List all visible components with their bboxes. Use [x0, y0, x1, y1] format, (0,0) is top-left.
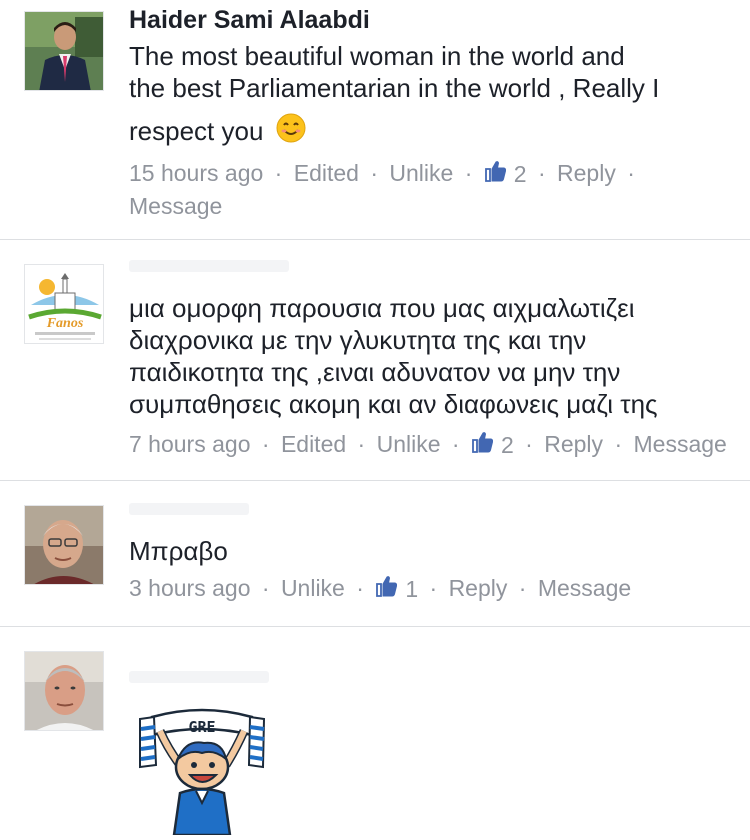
comment-text-line: συμπαθησεις ακομη και αν διαφωνεις μαζι … [129, 389, 658, 419]
separator: · [525, 430, 533, 457]
separator: · [518, 574, 527, 601]
message-button[interactable]: Message [538, 575, 631, 601]
comment-text-line: respect you [129, 112, 729, 147]
like-count[interactable]: 2 [484, 159, 533, 187]
comment-text: The most beautiful woman in the world an… [129, 40, 729, 147]
thumbs-up-icon [472, 432, 494, 453]
edited-label[interactable]: Edited [281, 431, 346, 457]
avatar[interactable]: Fanos [24, 264, 104, 344]
separator: · [357, 430, 366, 457]
profile-photo [25, 12, 103, 90]
comment-2: Fanos μια ομορφη παρουσια που μας αιχμαλ… [0, 240, 750, 480]
comment-3: Μπραβο 3 hours ago · Unlike · 1 · Reply … [0, 481, 750, 626]
separator: · [451, 430, 460, 457]
comment-text-line: διαχρονικα με την γλυκυτητα της και την [129, 325, 587, 355]
fanos-logo: Fanos [25, 265, 103, 343]
comment-text-fragment: respect you [129, 116, 264, 146]
thumbs-up-icon [376, 576, 398, 597]
comment-author[interactable]: Haider Sami Alaabdi [129, 6, 370, 35]
avatar[interactable] [24, 11, 104, 91]
separator: · [537, 159, 546, 186]
timestamp[interactable]: 3 hours ago [129, 575, 250, 601]
timestamp[interactable]: 7 hours ago [129, 431, 250, 457]
unlike-button[interactable]: Unlike [377, 431, 441, 457]
comment-text-line: the best Parliamentarian in the world , … [129, 73, 660, 103]
comment-meta: 15 hours ago · Edited · Unlike · 2 · Rep… [129, 156, 739, 221]
reply-button[interactable]: Reply [544, 431, 603, 457]
like-count-number: 2 [500, 431, 514, 458]
comment-author-faded [129, 260, 289, 272]
profile-photo [25, 506, 103, 584]
timestamp[interactable]: 15 hours ago [129, 160, 263, 186]
edited-label[interactable]: Edited [294, 160, 359, 186]
like-count-number: 2 [513, 160, 527, 187]
comment-text: μια ομορφη παρουσια που μας αιχμαλωτιζει… [129, 292, 739, 420]
message-button[interactable]: Message [129, 193, 222, 219]
separator: · [627, 159, 635, 186]
comment-text-line: The most beautiful woman in the world an… [129, 41, 625, 71]
thumbs-up-icon [484, 161, 506, 182]
message-button[interactable]: Message [634, 431, 727, 457]
separator: · [370, 159, 379, 186]
svg-text:GRE: GRE [188, 718, 215, 736]
separator: · [261, 430, 270, 457]
comment-text: Μπραβο [129, 535, 729, 567]
separator: · [274, 159, 283, 186]
separator: · [429, 574, 438, 601]
reply-button[interactable]: Reply [557, 160, 616, 186]
unlike-button[interactable]: Unlike [389, 160, 453, 186]
comment-text-line: Μπραβο [129, 536, 228, 566]
avatar[interactable] [24, 505, 104, 585]
comment-text-line: παιδικοτητα της ,ειναι αδυνατον να μην τ… [129, 357, 621, 387]
separator: · [356, 574, 364, 601]
comment-author-faded [129, 503, 249, 515]
comment-text-line: μια ομορφη παρουσια που μας αιχμαλωτιζει [129, 293, 635, 323]
avatar[interactable] [24, 651, 104, 731]
comment-meta: 3 hours ago · Unlike · 1 · Reply · Messa… [129, 571, 739, 604]
greek-fan-sticker-image: GRE [139, 708, 266, 837]
separator: · [464, 159, 473, 186]
comment-4: GRE [0, 627, 750, 837]
comment-author-faded [129, 671, 269, 683]
svg-text:Fanos: Fanos [46, 316, 84, 331]
profile-photo [25, 652, 103, 730]
comment-1: Haider Sami Alaabdi The most beautiful w… [0, 0, 750, 240]
unlike-button[interactable]: Unlike [281, 575, 345, 601]
comment-meta: 7 hours ago · Edited · Unlike · 2 · Repl… [129, 427, 739, 460]
greek-fan-sticker[interactable]: GRE [134, 705, 269, 837]
like-count-number: 1 [405, 575, 419, 602]
like-count[interactable]: 2 [471, 430, 520, 458]
reply-button[interactable]: Reply [449, 575, 508, 601]
like-count[interactable]: 1 [375, 574, 424, 602]
separator: · [261, 574, 270, 601]
smiling-face-emoji-icon [275, 112, 307, 144]
separator: · [614, 430, 623, 457]
